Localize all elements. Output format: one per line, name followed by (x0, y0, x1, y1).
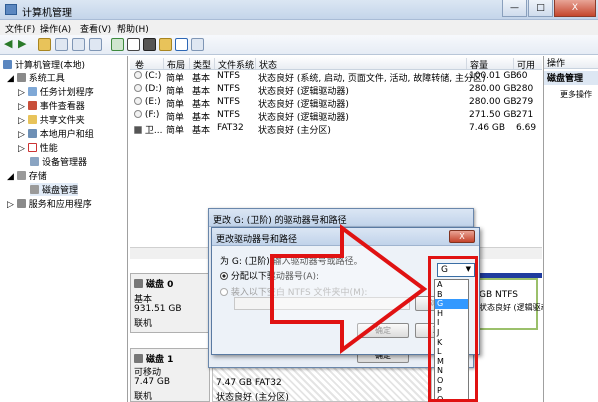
computer-icon (3, 60, 12, 69)
shared-folder-icon (27, 115, 37, 124)
volume-icon (134, 84, 142, 92)
menu-help[interactable]: 帮助(H) (117, 22, 149, 35)
table-row[interactable]: (F:) 简单 基本 NTFS 状态良好 (逻辑驱动器) 271.50 GB 271 (130, 110, 542, 123)
actions-more[interactable]: 更多操作 (560, 89, 592, 100)
disk-1-info[interactable]: 磁盘 1 可移动 7.47 GB 联机 (130, 348, 210, 402)
clock-icon (27, 87, 37, 96)
radio-unselected-icon[interactable] (220, 288, 228, 296)
services-icon (16, 199, 26, 208)
partition-f[interactable]: GB NTFS 状态良好 (逻辑驱动器) (474, 278, 560, 330)
title-bar: 计算机管理 — □ X (0, 0, 598, 20)
folder-icon[interactable] (159, 38, 172, 51)
menu-view[interactable]: 查看(V) (80, 22, 111, 35)
dialog-close-button[interactable]: X (449, 230, 475, 243)
console-tree-icon[interactable] (55, 38, 68, 51)
radio-selected-icon[interactable] (220, 272, 228, 280)
minimize-button[interactable]: — (502, 0, 527, 17)
tools-icon (16, 73, 26, 82)
disk-icon (30, 185, 39, 194)
performance-icon (27, 143, 37, 152)
actions-header: 操作 (544, 56, 598, 69)
actions-pane: 操作 磁盘管理 更多操作 (543, 56, 598, 402)
annotation-arrow-icon (270, 224, 428, 354)
up-folder-icon[interactable] (38, 38, 51, 51)
check-icon[interactable] (127, 38, 140, 51)
back-icon[interactable]: ◀ (4, 38, 17, 51)
removable-disk-icon (134, 354, 143, 363)
tree-item-event-viewer[interactable]: ▷ 事件查看器 (18, 99, 85, 112)
column-layout[interactable]: 布局 (163, 58, 185, 71)
refresh-icon[interactable] (111, 38, 124, 51)
computer-management-icon (5, 4, 17, 15)
menu-action[interactable]: 操作(A) (40, 22, 71, 35)
tree-item-task-scheduler[interactable]: ▷ 任务计划程序 (18, 85, 94, 98)
tree-item-shared-folders[interactable]: ▷ 共享文件夹 (18, 113, 85, 126)
export-icon[interactable] (143, 38, 156, 51)
column-type[interactable]: 类型 (189, 58, 211, 71)
volume-list-header: 卷 布局 类型 文件系统 状态 容量 可用 (130, 56, 542, 71)
forward-icon[interactable]: ▶ (18, 38, 31, 51)
table-row[interactable]: 卫... 简单 基本 FAT32 状态良好 (主分区) 7.46 GB 6.69 (130, 123, 542, 136)
menu-bar: 文件(F) 操作(A) 查看(V) 帮助(H) (0, 20, 598, 35)
maximize-button[interactable]: □ (528, 0, 553, 17)
tree-item-device-manager[interactable]: 设备管理器 (30, 155, 87, 168)
close-button[interactable]: X (554, 0, 596, 17)
search-icon[interactable] (175, 38, 188, 51)
storage-icon (16, 171, 26, 180)
column-capacity[interactable]: 容量 (466, 58, 488, 71)
tree-item-services-apps[interactable]: ▷ 服务和应用程序 (7, 197, 92, 210)
column-free[interactable]: 可用 (513, 58, 535, 71)
device-icon (30, 157, 39, 166)
users-icon (27, 129, 37, 138)
view-icon[interactable] (191, 38, 204, 51)
tree-item-disk-management[interactable]: 磁盘管理 (30, 183, 79, 196)
volume-icon (134, 110, 142, 118)
table-row[interactable]: (D:) 简单 基本 NTFS 状态良好 (逻辑驱动器) 280.00 GB 280 (130, 84, 542, 97)
table-row[interactable]: (E:) 简单 基本 NTFS 状态良好 (逻辑驱动器) 280.00 GB 279 (130, 97, 542, 110)
console-tree: 计算机管理(本地) ◢ 系统工具 ▷ 任务计划程序 ▷ 事件查看器 ▷ 共享文件… (0, 56, 128, 402)
properties-icon[interactable] (72, 38, 85, 51)
actions-disk-management[interactable]: 磁盘管理 (544, 71, 598, 85)
tree-item-performance[interactable]: ▷ 性能 (18, 141, 58, 154)
volume-icon (134, 71, 142, 79)
tree-item-storage[interactable]: ◢ 存储 (7, 169, 47, 182)
table-row[interactable]: (C:) 简单 基本 NTFS 状态良好 (系统, 启动, 页面文件, 活动, 故障转… (130, 71, 542, 84)
menu-file[interactable]: 文件(F) (5, 22, 35, 35)
window-controls: — □ X (502, 0, 596, 17)
highlight-box (428, 256, 478, 402)
disk-icon (134, 279, 143, 288)
help-icon[interactable] (89, 38, 102, 51)
volume-icon (134, 97, 142, 105)
tree-item-local-users[interactable]: ▷ 本地用户和组 (18, 127, 94, 140)
event-icon (27, 101, 37, 110)
removable-volume-icon (134, 126, 142, 134)
column-volume[interactable]: 卷 (132, 58, 144, 71)
column-status[interactable]: 状态 (255, 58, 277, 71)
window-title: 计算机管理 (22, 8, 72, 19)
toolbar: ◀ ▶ (0, 35, 598, 55)
column-filesystem[interactable]: 文件系统 (214, 58, 254, 71)
tree-item-system-tools[interactable]: ◢ 系统工具 (7, 71, 65, 84)
tree-item-root[interactable]: 计算机管理(本地) (3, 58, 85, 71)
disk-0-info[interactable]: 磁盘 0 基本 931.51 GB 联机 (130, 273, 210, 333)
